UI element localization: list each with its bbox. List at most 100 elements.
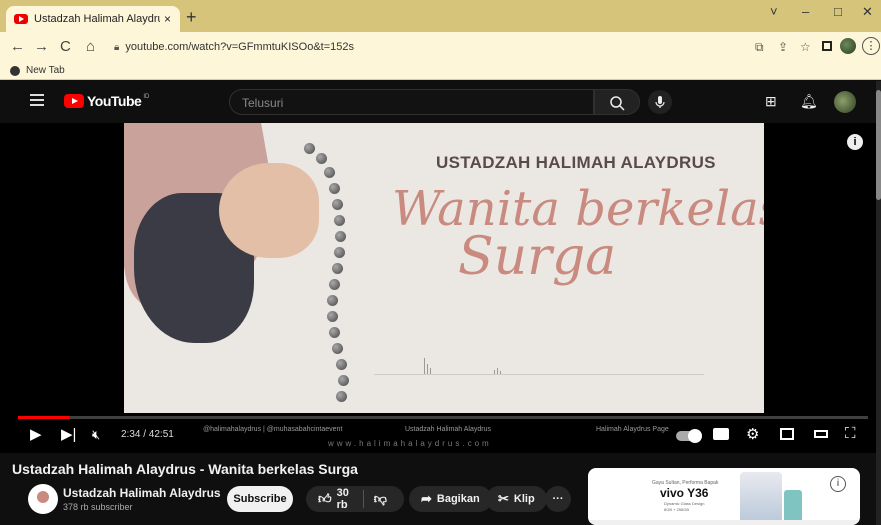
subscriber-count: 378 rb subscriber bbox=[63, 502, 133, 512]
subscribe-button[interactable]: Subscribe bbox=[227, 486, 293, 512]
lock-icon: 🔒︎ bbox=[114, 41, 120, 53]
microphone-icon bbox=[655, 96, 665, 108]
video-frame: USTADZAH HALIMAH ALAYDRUS Wanita berkela… bbox=[124, 123, 764, 413]
thumbs-down-icon[interactable]: 👎︎ bbox=[374, 491, 387, 507]
like-button[interactable]: 👍︎ 30 rb bbox=[318, 487, 353, 511]
bead bbox=[335, 231, 346, 242]
browser-tab[interactable]: Ustadzah Halimah Alaydrus - Wa × bbox=[6, 6, 180, 32]
address-bar[interactable]: 🔒︎ youtube.com/watch?v=GFmmtuKISOo&t=152… bbox=[110, 36, 810, 58]
tab-search-icon[interactable]: ˅ bbox=[770, 4, 778, 19]
next-icon[interactable]: ▶| bbox=[61, 425, 76, 443]
bead bbox=[329, 183, 340, 194]
maximize-button[interactable]: □ bbox=[834, 4, 842, 19]
side-panel-icon[interactable] bbox=[822, 41, 832, 51]
logo-text: YouTube bbox=[87, 93, 142, 109]
tab-title: Ustadzah Halimah Alaydrus - Wa bbox=[34, 13, 160, 25]
like-divider bbox=[363, 490, 364, 508]
create-video-icon[interactable]: ⊞ bbox=[765, 93, 777, 110]
waveform-bar bbox=[424, 358, 425, 374]
youtube-favicon-icon bbox=[14, 14, 28, 24]
channel-name[interactable]: Ustadzah Halimah Alaydrus ✔ bbox=[63, 486, 235, 500]
channel-avatar[interactable] bbox=[28, 484, 58, 514]
account-avatar[interactable] bbox=[834, 91, 856, 113]
bead bbox=[304, 143, 315, 154]
miniplayer-icon[interactable] bbox=[780, 428, 794, 440]
mute-icon[interactable]: 🔇︎ bbox=[92, 427, 100, 443]
more-actions-button[interactable]: ··· bbox=[545, 486, 571, 512]
forward-icon[interactable]: → bbox=[34, 38, 49, 55]
bead bbox=[334, 247, 345, 258]
youtube-masthead: YouTube ID Telusuri ⊞ 🔔︎ bbox=[0, 81, 881, 123]
waveform-bar bbox=[427, 364, 428, 374]
bead bbox=[329, 279, 340, 290]
video-info-icon[interactable]: i bbox=[847, 134, 863, 150]
screen: Ustadzah Halimah Alaydrus - Wa × + ˅ – □… bbox=[0, 0, 881, 525]
bead bbox=[332, 199, 343, 210]
autoplay-toggle[interactable] bbox=[676, 429, 702, 443]
youtube-play-logo-icon bbox=[64, 94, 84, 108]
ad-info-icon[interactable]: i bbox=[830, 476, 846, 492]
share-button[interactable]: ➦ Bagikan bbox=[409, 486, 492, 512]
browser-profile-avatar[interactable] bbox=[840, 38, 856, 54]
progress-bar[interactable] bbox=[18, 416, 868, 419]
reload-icon[interactable]: C bbox=[60, 38, 71, 55]
bookmark-new-tab[interactable]: New Tab bbox=[10, 65, 65, 76]
ad-footer bbox=[588, 520, 860, 525]
clip-button[interactable]: ✂ Klip bbox=[486, 486, 547, 512]
time-display: 2:34 / 42:51 bbox=[121, 429, 174, 440]
settings-gear-icon[interactable]: ⚙ bbox=[746, 425, 759, 443]
play-icon[interactable]: ▶ bbox=[30, 425, 42, 443]
ad-phone-image bbox=[784, 490, 802, 522]
scrollbar-thumb[interactable] bbox=[876, 90, 881, 200]
bookmark-star-icon[interactable]: ☆ bbox=[800, 40, 811, 54]
notifications-bell-icon[interactable]: 🔔︎ bbox=[800, 93, 818, 110]
waveform-bar bbox=[430, 368, 431, 374]
waveform-bar bbox=[494, 370, 495, 374]
ad-line-2: 8GB + 256GB bbox=[664, 507, 690, 512]
url-text: youtube.com/watch?v=GFmmtuKISOo&t=152s bbox=[125, 41, 354, 53]
ad-model-image bbox=[740, 472, 782, 525]
youtube-logo[interactable]: YouTube ID bbox=[64, 93, 149, 109]
bead bbox=[336, 359, 347, 370]
home-icon[interactable]: ⌂ bbox=[86, 38, 95, 55]
tab-close-icon[interactable]: × bbox=[164, 12, 171, 26]
close-window-button[interactable]: ✕ bbox=[862, 4, 873, 20]
credits-website: www.halimahalaydrus.com bbox=[328, 439, 492, 448]
subtitles-icon[interactable] bbox=[713, 428, 729, 440]
new-tab-button[interactable]: + bbox=[186, 7, 197, 28]
credits-social: @halimahalaydrus | @muhasabahcintaevent bbox=[203, 426, 343, 433]
back-icon[interactable]: ← bbox=[10, 38, 25, 55]
fullscreen-icon[interactable]: ⛶ bbox=[845, 425, 856, 442]
bead bbox=[316, 153, 327, 164]
bead bbox=[332, 263, 343, 274]
search-input[interactable]: Telusuri bbox=[229, 89, 594, 115]
search-button[interactable] bbox=[594, 89, 640, 115]
share-label: Bagikan bbox=[436, 493, 480, 505]
share-icon: ➦ bbox=[421, 491, 432, 506]
bead bbox=[327, 295, 338, 306]
video-player[interactable]: USTADZAH HALIMAH ALAYDRUS Wanita berkela… bbox=[0, 123, 876, 453]
video-title: Ustadzah Halimah Alaydrus - Wanita berke… bbox=[12, 461, 358, 477]
install-app-icon[interactable]: ⧉ bbox=[755, 40, 764, 55]
audio-waveform bbox=[374, 353, 704, 375]
ad-card[interactable]: Gaya Sultan, Performa Bapak vivo Y36 Dyn… bbox=[588, 468, 860, 525]
bookmarks-bar: New Tab bbox=[0, 62, 881, 80]
search-placeholder: Telusuri bbox=[242, 96, 284, 110]
bead bbox=[329, 327, 340, 338]
logo-country-code: ID bbox=[143, 94, 150, 100]
hands-shape bbox=[219, 163, 319, 258]
thumbs-up-icon: 👍︎ bbox=[318, 491, 332, 506]
bead bbox=[338, 375, 349, 386]
share-page-icon[interactable]: ⇪ bbox=[778, 40, 788, 54]
credits-channel: Ustadzah Halimah Alaydrus bbox=[405, 426, 491, 433]
clip-label: Klip bbox=[513, 493, 535, 505]
theater-mode-icon[interactable] bbox=[814, 430, 828, 438]
bookmark-label: New Tab bbox=[26, 65, 65, 76]
menu-icon[interactable] bbox=[30, 94, 44, 106]
voice-search-button[interactable] bbox=[648, 90, 672, 114]
bead bbox=[336, 391, 347, 402]
progress-fill bbox=[18, 416, 69, 419]
bead bbox=[327, 311, 338, 322]
minimize-button[interactable]: – bbox=[802, 4, 809, 19]
browser-menu-icon[interactable]: ⋮ bbox=[862, 37, 880, 55]
